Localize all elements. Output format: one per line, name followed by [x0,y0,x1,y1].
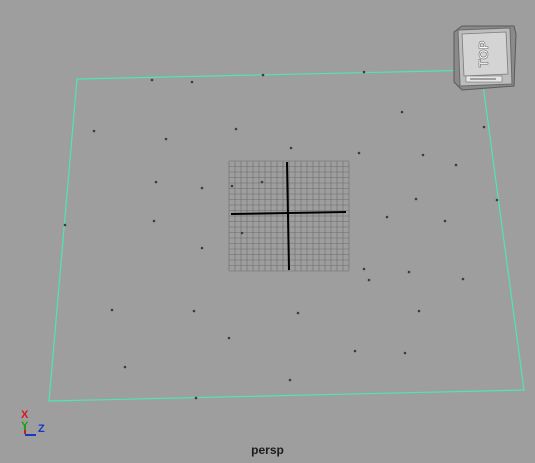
view-cube-icon[interactable]: TOP [450,24,518,92]
origin-grid [228,160,350,272]
view-cube-face-label[interactable]: TOP [476,40,492,67]
scatter-point [192,309,196,313]
scatter-point [92,129,96,133]
scatter-point [403,351,407,355]
y-axis-label: Y [21,420,29,432]
scatter-point [200,186,204,190]
scatter-point [240,231,244,235]
scatter-point [227,336,231,340]
z-axis-label: Z [38,423,45,435]
scatter-point [123,365,127,369]
scatter-point [417,309,421,313]
scatter-point [261,73,265,77]
scatter-point [164,137,168,141]
scatter-point [154,180,158,184]
scatter-point [288,378,292,382]
scatter-point [234,127,238,131]
scatter-point [152,219,156,223]
scatter-point [367,278,371,282]
scatter-point [353,349,357,353]
scatter-point [362,70,366,74]
scatter-point [296,311,300,315]
scatter-point [443,219,447,223]
scatter-point [289,146,293,150]
scatter-point [414,197,418,201]
scatter-point [385,215,389,219]
scatter-point [454,163,458,167]
scatter-point [63,223,67,227]
scatter-point [400,110,404,114]
axis-indicator: X Y Z [16,406,56,446]
scatter-point [482,125,486,129]
scatter-point [230,184,234,188]
scatter-point [194,396,198,400]
camera-name-label: persp [251,443,284,457]
scatter-point [190,80,194,84]
scatter-point [495,198,499,202]
scatter-point [421,153,425,157]
scatter-point [461,277,465,281]
scatter-point [357,151,361,155]
persp-viewport[interactable]: TOP X Y Z persp [0,0,535,463]
scatter-point [362,267,366,271]
view-cube[interactable]: TOP [450,24,518,92]
scatter-point [110,308,114,312]
scatter-point [150,78,154,82]
scatter-point [407,270,411,274]
scatter-point [260,180,264,184]
scatter-point [200,246,204,250]
